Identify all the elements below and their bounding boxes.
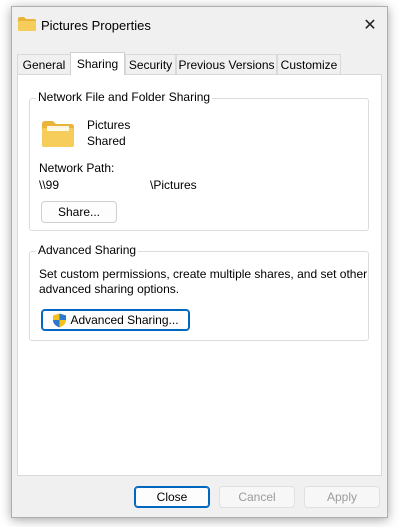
share-button-label: Share... — [57, 205, 101, 219]
tab-label: General — [22, 57, 66, 72]
tab-label: Sharing — [76, 57, 119, 71]
folder-icon — [18, 17, 36, 31]
network-path-share: \Pictures — [150, 178, 197, 192]
apply-button-label: Apply — [326, 490, 358, 504]
advanced-sharing-group: Advanced Sharing Set custom permissions,… — [29, 243, 369, 341]
tab-sharing[interactable]: Sharing — [70, 52, 125, 75]
network-path-host: \\99 — [39, 178, 60, 192]
title-bar: Pictures Properties ✕ — [12, 7, 387, 43]
tab-label: Customize — [280, 57, 338, 72]
close-button[interactable]: Close — [134, 486, 210, 508]
cancel-button-label: Cancel — [238, 490, 276, 504]
tab-security[interactable]: Security — [125, 54, 176, 74]
advanced-sharing-title: Advanced Sharing — [36, 243, 139, 257]
cancel-button[interactable]: Cancel — [219, 486, 295, 508]
share-status: Shared — [87, 134, 126, 148]
advanced-sharing-button-label: Advanced Sharing... — [70, 313, 179, 327]
folder-name: Pictures — [87, 118, 131, 132]
tab-label: Security — [128, 57, 173, 72]
tab-label: Previous Versions — [178, 57, 275, 72]
tab-bar: General Sharing Security Previous Versio… — [17, 52, 383, 75]
window-title: Pictures Properties — [41, 18, 151, 33]
dialog-footer: Close Cancel Apply — [12, 476, 387, 519]
close-window-button[interactable]: ✕ — [357, 13, 383, 37]
network-sharing-title: Network File and Folder Sharing — [36, 90, 213, 104]
shield-icon — [52, 313, 67, 328]
network-path-label: Network Path: — [39, 161, 115, 175]
shared-folder-icon — [42, 121, 74, 147]
advanced-sharing-description-1: Set custom permissions, create multiple … — [39, 267, 368, 281]
close-icon: ✕ — [363, 17, 377, 34]
close-button-label: Close — [156, 490, 188, 504]
properties-dialog: Pictures Properties ✕ General Sharing Se… — [11, 6, 388, 518]
tab-customize[interactable]: Customize — [277, 54, 341, 74]
advanced-sharing-button[interactable]: Advanced Sharing... — [41, 309, 190, 331]
advanced-sharing-description-2: advanced sharing options. — [39, 282, 180, 296]
sharing-tab-panel: Network File and Folder Sharing Pictures… — [17, 74, 382, 476]
network-sharing-group: Network File and Folder Sharing Pictures… — [29, 90, 369, 231]
apply-button[interactable]: Apply — [304, 486, 380, 508]
share-button[interactable]: Share... — [41, 201, 117, 223]
tab-previous-versions[interactable]: Previous Versions — [176, 54, 277, 74]
tab-general[interactable]: General — [17, 54, 71, 74]
